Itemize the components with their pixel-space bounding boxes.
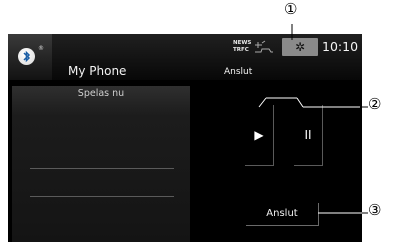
callout-lines [258,24,368,214]
callout-2: ② [368,95,382,113]
callout-1: ① [284,0,298,18]
callout-3: ③ [368,201,382,219]
